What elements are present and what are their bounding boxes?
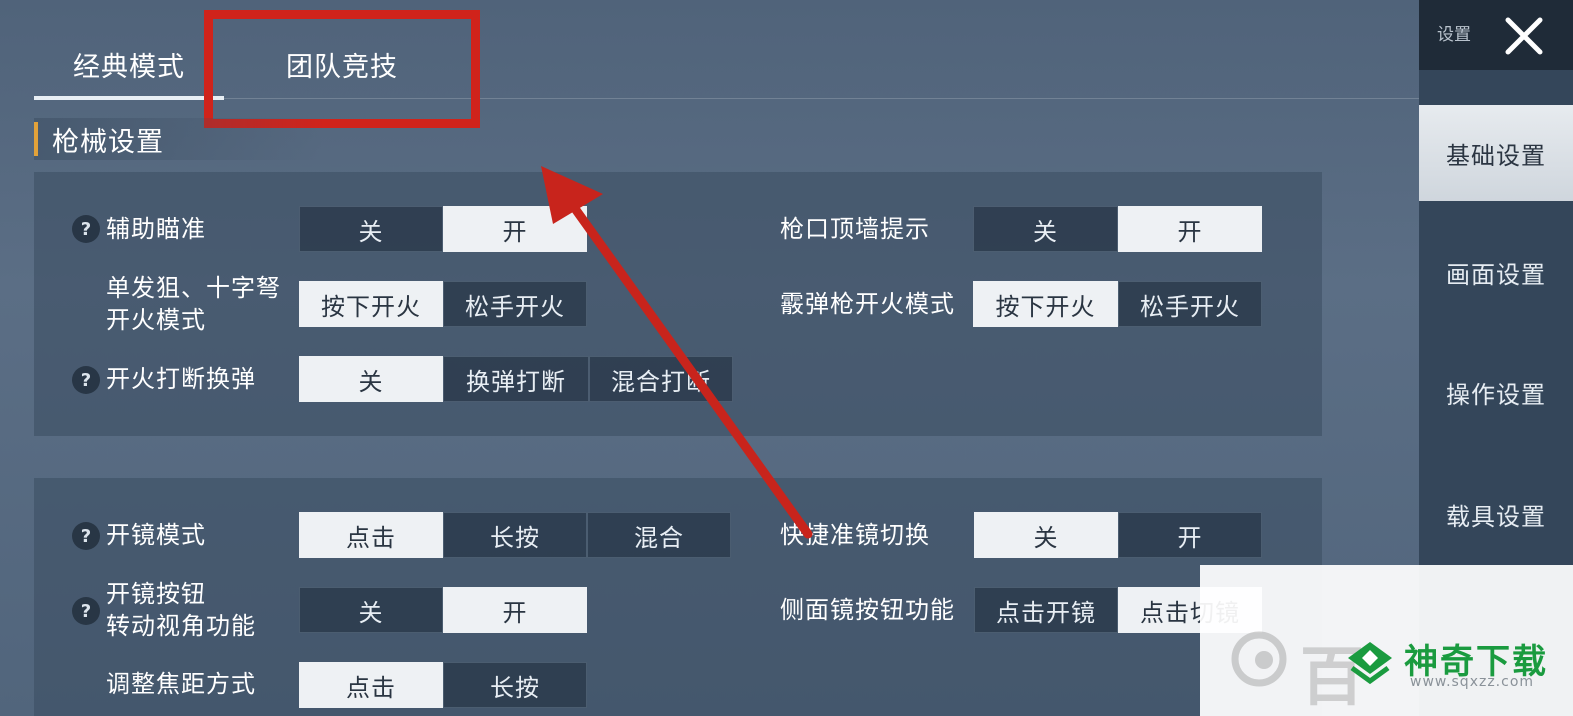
muzzle-wall-label: 枪口顶墙提示 [780,215,930,243]
help-icon[interactable]: ? [72,366,100,394]
sidebar-item-basic-settings[interactable]: 基础设置 [1419,105,1573,201]
sniper-release-fire-button[interactable]: 松手开火 [443,281,587,327]
shotgun-release-fire-button[interactable]: 松手开火 [1118,281,1262,327]
aim-assist-label: 辅助瞄准 [106,215,206,243]
tab-label: 经典模式 [73,51,185,83]
sidebar-item-display-settings[interactable]: 画面设置 [1419,224,1573,320]
close-icon[interactable] [1500,12,1548,60]
sidebar-item-control-settings[interactable]: 操作设置 [1419,344,1573,440]
mixed-interrupt-button[interactable]: 混合打断 [589,356,733,402]
aim-assist-on-button[interactable]: 开 [443,206,587,252]
zoom-adjust-label: 调整焦距方式 [106,670,256,698]
reload-interrupt-button[interactable]: 换弹打断 [443,356,589,402]
sidebar-item-label: 基础设置 [1446,141,1546,170]
watermark-logo-icon [1231,631,1287,687]
zoom-hold-button[interactable]: 长按 [443,662,587,708]
fire-interrupt-label: 开火打断换弹 [106,365,256,393]
quick-scope-label: 快捷准镜切换 [780,521,930,549]
scope-mixed-button[interactable]: 混合 [587,512,731,558]
scope-mode-label: 开镜模式 [106,521,206,549]
active-tab-indicator [34,96,224,100]
scope-rotate-off-button[interactable]: 关 [299,587,443,633]
scope-button-label-line2: 转动视角功能 [106,612,256,640]
muzzle-wall-off-button[interactable]: 关 [973,206,1118,252]
scope-tap-button[interactable]: 点击 [299,512,443,558]
sidebar-item-label: 载具设置 [1446,502,1546,531]
sidebar-header-title: 设置 [1437,25,1471,45]
help-icon[interactable]: ? [72,215,100,243]
aim-assist-off-button[interactable]: 关 [299,206,443,252]
quick-scope-off-button[interactable]: 关 [974,512,1118,558]
sniper-press-fire-button[interactable]: 按下开火 [299,281,443,327]
scope-rotate-on-button[interactable]: 开 [443,587,587,633]
quick-scope-on-button[interactable]: 开 [1118,512,1262,558]
help-icon[interactable]: ? [72,522,100,550]
tab-classic-mode[interactable]: 经典模式 [34,28,224,100]
scope-button-label-line1: 开镜按钮 [106,580,206,608]
watermark-url: www.sqxzz.com [1410,674,1535,690]
section-accent-bar [34,122,38,156]
muzzle-wall-on-button[interactable]: 开 [1118,206,1262,252]
shotgun-fire-label: 霰弹枪开火模式 [780,290,955,318]
help-icon[interactable]: ? [72,597,100,625]
fire-interrupt-off-button[interactable]: 关 [299,356,443,402]
brand-logo-icon [1348,642,1392,685]
sidebar-item-vehicle-settings[interactable]: 载具设置 [1419,466,1573,562]
sniper-fire-label-line1: 单发狙、十字弩 [106,274,281,302]
sniper-fire-label-line2: 开火模式 [106,306,206,334]
side-scope-open-button[interactable]: 点击开镜 [974,587,1118,633]
zoom-tap-button[interactable]: 点击 [299,662,443,708]
sidebar-item-label: 画面设置 [1446,260,1546,289]
sidebar-item-label: 操作设置 [1446,380,1546,409]
side-scope-label: 侧面镜按钮功能 [780,596,955,624]
section-title: 枪械设置 [52,127,164,158]
shotgun-press-fire-button[interactable]: 按下开火 [973,281,1118,327]
scope-hold-button[interactable]: 长按 [443,512,587,558]
annotation-highlight-box [204,10,480,128]
